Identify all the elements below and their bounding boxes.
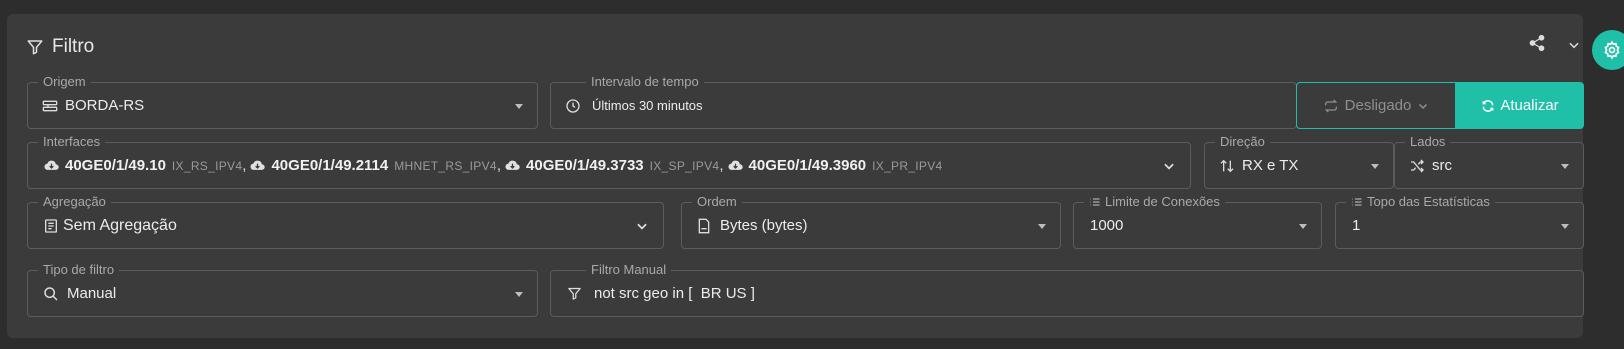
ordem-value: Bytes (bytes): [720, 217, 808, 234]
interface-name: 40GE0/1/49.2114: [271, 157, 389, 174]
interface-chip[interactable]: 40GE0/1/49.10 IX_RS_IPV4: [44, 157, 242, 174]
origem-value: BORDA-RS: [65, 97, 145, 114]
cloud-download-icon: [505, 160, 520, 170]
settings-button[interactable]: [1592, 30, 1624, 70]
caret-down-icon: [515, 103, 523, 109]
tipo-filtro-label: Tipo de filtro: [38, 262, 120, 278]
limite-label-group: Limite de Conexões: [1084, 194, 1225, 210]
chevron-down-icon: [1164, 163, 1174, 170]
interfaces-label: Interfaces: [38, 134, 106, 150]
interface-separator: ,: [496, 157, 502, 174]
tipo-filtro-value: Manual: [67, 285, 117, 302]
list-icon: [1090, 198, 1100, 206]
document-list-icon: [45, 218, 57, 233]
agregacao-select[interactable]: Agregação Sem Agregação: [27, 194, 664, 249]
panel-title[interactable]: Filtro: [26, 36, 94, 58]
topo-label-group: Topo das Estatísticas: [1346, 194, 1495, 210]
lados-select[interactable]: Lados src: [1394, 134, 1584, 189]
filtro-manual-label: Filtro Manual: [586, 262, 672, 278]
interface-tag: IX_SP_IPV4: [649, 158, 720, 173]
topo-label: Topo das Estatísticas: [1367, 194, 1490, 209]
caret-down-icon: [1038, 223, 1046, 229]
interface-tag: MHNET_RS_IPV4: [394, 158, 497, 173]
tipo-filtro-select[interactable]: Tipo de filtro Manual: [27, 262, 538, 317]
interface-name: 40GE0/1/49.3960: [748, 157, 867, 174]
chevron-down-icon[interactable]: [1567, 38, 1581, 52]
topo-value: 1: [1352, 217, 1361, 234]
origem-select[interactable]: Origem BORDA-RS: [27, 74, 538, 129]
update-button-label: Atualizar: [1500, 97, 1559, 114]
auto-refresh-toggle[interactable]: Desligado: [1296, 82, 1456, 129]
caret-down-icon: [1561, 163, 1569, 169]
interface-separator: ,: [242, 157, 247, 174]
panel-title-label: Filtro: [52, 36, 95, 57]
repeat-icon: [1324, 99, 1337, 112]
interface-tag: IX_RS_IPV4: [171, 158, 243, 173]
interface-tag: IX_PR_IPV4: [872, 158, 943, 173]
origem-label: Origem: [38, 74, 91, 90]
intervalo-label: Intervalo de tempo: [586, 74, 704, 90]
caret-down-icon: [515, 291, 523, 297]
limite-select[interactable]: Limite de Conexões 1000: [1073, 194, 1322, 249]
refresh-icon: [1482, 99, 1494, 112]
limite-value: 1000: [1090, 217, 1124, 234]
interfaces-select[interactable]: Interfaces 40GE0/1/49.10 IX_RS_IPV4 , 40…: [27, 134, 1191, 189]
search-icon: [44, 286, 58, 301]
caret-down-icon: [1299, 223, 1307, 229]
interface-chip[interactable]: 40GE0/1/49.2114 MHNET_RS_IPV4: [250, 157, 497, 174]
caret-down-icon: [1561, 223, 1569, 229]
lados-label: Lados: [1405, 134, 1451, 150]
share-icon[interactable]: [1528, 34, 1546, 52]
clock-icon: [566, 98, 580, 113]
list-icon: [1352, 198, 1362, 206]
filter-icon: [568, 287, 581, 300]
gear-icon: [1604, 40, 1620, 60]
intervalo-value: Últimos 30 minutos: [592, 98, 703, 113]
topo-select[interactable]: Topo das Estatísticas 1: [1335, 194, 1584, 249]
limite-label: Limite de Conexões: [1105, 194, 1220, 209]
cloud-download-icon: [727, 160, 743, 170]
agregacao-label: Agregação: [38, 194, 111, 210]
file-icon: [698, 218, 710, 233]
direcao-label: Direção: [1215, 134, 1270, 150]
interface-name: 40GE0/1/49.3733: [526, 157, 644, 174]
agregacao-value: Sem Agregação: [63, 216, 177, 234]
caret-down-icon: [1371, 163, 1379, 169]
interface-chip[interactable]: 40GE0/1/49.3960 IX_PR_IPV4: [727, 157, 943, 174]
ordem-select[interactable]: Ordem Bytes (bytes): [681, 194, 1061, 249]
chevron-down-icon: [1419, 103, 1428, 109]
filter-icon: [27, 40, 43, 55]
direcao-select[interactable]: Direção RX e TX: [1204, 134, 1394, 189]
update-button[interactable]: Atualizar: [1456, 82, 1584, 129]
interface-name: 40GE0/1/49.10: [65, 157, 166, 174]
cloud-download-icon: [44, 160, 59, 170]
interface-separator: ,: [719, 157, 724, 174]
direcao-value: RX e TX: [1242, 157, 1299, 174]
filtro-manual-input[interactable]: not src geo in [ BR US ]: [594, 285, 755, 302]
auto-refresh-label: Desligado: [1344, 97, 1412, 114]
lados-value: src: [1432, 157, 1452, 174]
filtro-manual-field[interactable]: Filtro Manual not src geo in [ BR US ]: [550, 262, 1584, 317]
sort-arrows-icon: [1220, 159, 1234, 172]
ordem-label: Ordem: [692, 194, 742, 210]
shuffle-icon: [1411, 159, 1424, 172]
intervalo-field[interactable]: Intervalo de tempo Últimos 30 minutos: [550, 74, 1297, 129]
cloud-download-icon: [250, 160, 266, 170]
interface-chip[interactable]: 40GE0/1/49.3733 IX_SP_IPV4: [505, 157, 719, 174]
chevron-down-icon: [637, 223, 647, 230]
router-icon: [42, 100, 58, 111]
